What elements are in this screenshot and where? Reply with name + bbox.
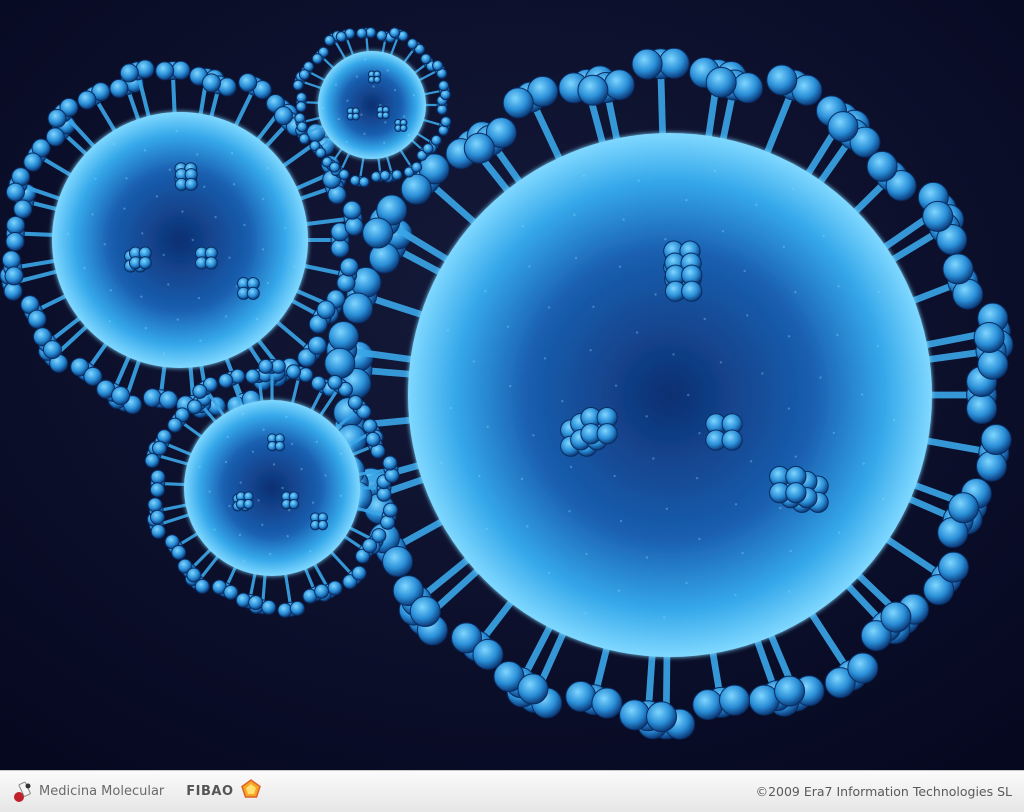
virus-illustration xyxy=(0,0,1024,770)
medicina-molecular-logo-icon xyxy=(14,781,31,802)
footer-bar: Medicina Molecular FIBAO ©2009 Era7 Info… xyxy=(0,770,1024,812)
copyright-text: ©2009 Era7 Information Technologies SL xyxy=(755,784,1012,799)
fibao-pentagon-logo-icon xyxy=(240,778,261,798)
medicina-molecular-label: Medicina Molecular xyxy=(39,784,165,799)
fibao-label[interactable]: FIBAO xyxy=(186,784,233,799)
medicina-molecular-brand[interactable]: Medicina Molecular xyxy=(12,780,164,804)
